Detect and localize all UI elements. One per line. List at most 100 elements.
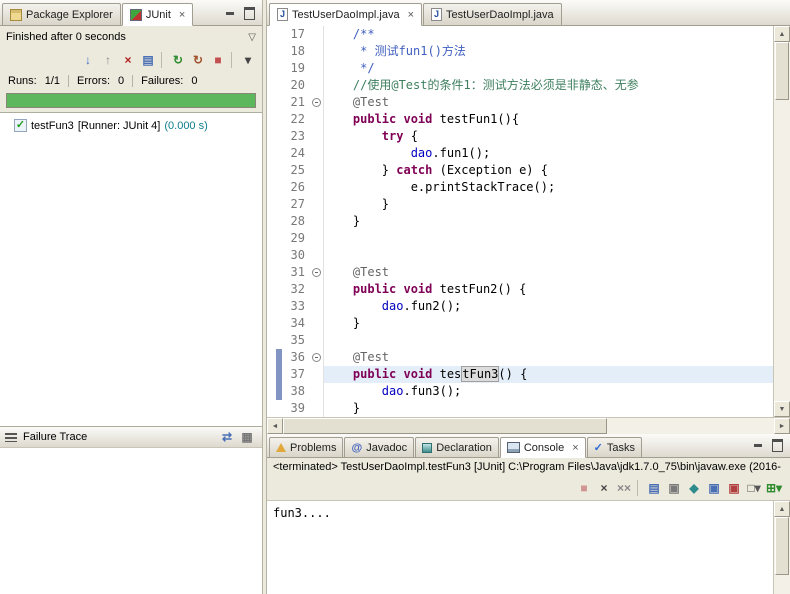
clear-console-icon[interactable]: ▤: [644, 479, 664, 497]
maximize-view-icon[interactable]: [769, 438, 785, 453]
close-icon[interactable]: ×: [179, 9, 185, 20]
fold-slot: [310, 77, 323, 94]
display-selected-console-icon[interactable]: □▾: [744, 479, 764, 497]
test-result-item[interactable]: ✓ testFun3 [Runner: JUnit 4] (0.000 s): [0, 118, 262, 133]
scroll-lock-icon[interactable]: ▣: [664, 479, 684, 497]
line-number-ruler[interactable]: 17 18 19 20 21 22 23 24 25 26 27 28 29 30 31 32 33 34 35 36…: [282, 26, 310, 417]
annotation-slot: [267, 247, 282, 264]
code-line[interactable]: @Test: [324, 349, 773, 366]
show-failures-only-icon[interactable]: ×: [118, 51, 138, 69]
editor-horizontal-scrollbar[interactable]: ◄ ►: [267, 417, 790, 434]
minimize-view-icon[interactable]: [222, 6, 238, 21]
tab-junit[interactable]: JUnit ×: [121, 3, 194, 26]
fold-collapse-icon[interactable]: [312, 353, 321, 362]
annotation-slot: [267, 128, 282, 145]
code-line[interactable]: //使用@Test的条件1：测试方法必须是非静态、无参: [324, 77, 773, 94]
fold-slot: [310, 94, 323, 111]
pin-console-icon[interactable]: ◆: [684, 479, 704, 497]
scroll-down-icon[interactable]: ▼: [774, 401, 790, 417]
code-line[interactable]: * 测试fun1()方法: [324, 43, 773, 60]
console-vertical-scrollbar[interactable]: ▲: [773, 501, 790, 594]
code-line[interactable]: e.printStackTrace();: [324, 179, 773, 196]
scroll-right-icon[interactable]: ►: [774, 418, 790, 434]
maximize-view-icon[interactable]: [241, 6, 257, 21]
junit-status-text: Finished after 0 seconds: [6, 31, 126, 43]
compare-result-icon[interactable]: ▦: [237, 428, 257, 446]
code-lines[interactable]: /** * 测试fun1()方法 */ //使用@Test的条件1：测试方法必须…: [324, 26, 773, 417]
tab-tasks[interactable]: ✓ Tasks: [586, 437, 642, 457]
stop-junit-run-icon[interactable]: ■: [208, 51, 228, 69]
code-line[interactable]: dao.fun2();: [324, 298, 773, 315]
tab-javadoc[interactable]: @ Javadoc: [344, 437, 415, 457]
scroll-track[interactable]: [607, 418, 774, 434]
tab-label: Declaration: [436, 441, 492, 454]
filter-stack-trace-icon[interactable]: ⇄: [217, 428, 237, 446]
rerun-test-icon[interactable]: ↻: [168, 51, 188, 69]
fold-ruler[interactable]: [310, 26, 324, 417]
tab-label: Javadoc: [366, 441, 408, 454]
tab-package-explorer[interactable]: Package Explorer: [2, 3, 121, 25]
scroll-up-icon[interactable]: ▲: [774, 26, 790, 42]
scroll-track[interactable]: [774, 575, 790, 594]
fold-slot: [310, 60, 323, 77]
show-console-on-stdout-icon[interactable]: ▣: [704, 479, 724, 497]
scroll-thumb[interactable]: [775, 42, 789, 100]
view-pulldown-icon[interactable]: ▽: [248, 32, 256, 43]
junit-test-tree[interactable]: ✓ testFun3 [Runner: JUnit 4] (0.000 s): [0, 112, 262, 426]
code-line[interactable]: dao.fun3();: [324, 383, 773, 400]
rerun-failed-first-icon[interactable]: ↻: [188, 51, 208, 69]
fold-slot: [310, 383, 323, 400]
code-line[interactable]: /**: [324, 26, 773, 43]
code-line[interactable]: }: [324, 196, 773, 213]
tab-console[interactable]: Console ×: [499, 437, 586, 458]
fold-slot: [310, 145, 323, 162]
code-line[interactable]: */: [324, 60, 773, 77]
terminate-icon[interactable]: ■: [574, 479, 594, 497]
line-number: 37: [290, 367, 305, 381]
tab-problems[interactable]: Problems: [269, 437, 344, 457]
next-failed-test-icon[interactable]: ↓: [78, 51, 98, 69]
remove-launch-icon[interactable]: ×: [594, 479, 614, 497]
code-line[interactable]: }: [324, 400, 773, 417]
code-line[interactable]: @Test: [324, 264, 773, 281]
minimize-view-icon[interactable]: [750, 438, 766, 453]
failure-trace-header[interactable]: Failure Trace ⇄ ▦: [0, 426, 262, 448]
annotation-ruler[interactable]: [267, 26, 282, 417]
fold-collapse-icon[interactable]: [312, 98, 321, 107]
editor-tab-testuserdaoimpl-2[interactable]: J TestUserDaoImpl.java: [423, 3, 562, 25]
editor-vertical-scrollbar[interactable]: ▲ ▼: [773, 26, 790, 417]
code-line[interactable]: public void testFun2() {: [324, 281, 773, 298]
code-line[interactable]: public void testFun1(){: [324, 111, 773, 128]
scroll-left-icon[interactable]: ◄: [267, 418, 283, 434]
fold-slot: [310, 43, 323, 60]
editor-tab-testuserdaoimpl-1[interactable]: J TestUserDaoImpl.java ×: [269, 3, 423, 26]
code-line[interactable]: public void testFun3() {: [324, 366, 773, 383]
code-line[interactable]: } catch (Exception e) {: [324, 162, 773, 179]
code-line[interactable]: }: [324, 315, 773, 332]
code-line[interactable]: [324, 230, 773, 247]
scroll-up-icon[interactable]: ▲: [774, 501, 790, 517]
line-number: 33: [290, 299, 305, 313]
show-console-on-stderr-icon[interactable]: ▣: [724, 479, 744, 497]
scroll-thumb[interactable]: [283, 418, 608, 434]
console-output[interactable]: fun3....: [267, 501, 773, 594]
code-line[interactable]: @Test: [324, 94, 773, 111]
open-console-menu-icon[interactable]: ⊞▾: [764, 479, 784, 497]
code-line[interactable]: }: [324, 213, 773, 230]
show-skipped-tests-icon[interactable]: ▤: [138, 51, 158, 69]
close-icon[interactable]: ×: [572, 442, 578, 453]
code-line[interactable]: dao.fun1();: [324, 145, 773, 162]
scroll-track[interactable]: [774, 100, 790, 401]
tab-declaration[interactable]: Declaration: [415, 437, 499, 457]
test-run-history-menu-icon[interactable]: ▾: [238, 51, 258, 69]
scroll-thumb[interactable]: [775, 517, 789, 575]
line-number: 26: [290, 180, 305, 194]
code-line[interactable]: try {: [324, 128, 773, 145]
code-line[interactable]: [324, 332, 773, 349]
right-area: J TestUserDaoImpl.java × J TestUserDaoIm…: [266, 0, 790, 594]
remove-all-launches-icon[interactable]: ××: [614, 479, 634, 497]
close-icon[interactable]: ×: [408, 9, 414, 20]
previous-failed-test-icon[interactable]: ↑: [98, 51, 118, 69]
code-line[interactable]: [324, 247, 773, 264]
fold-collapse-icon[interactable]: [312, 268, 321, 277]
